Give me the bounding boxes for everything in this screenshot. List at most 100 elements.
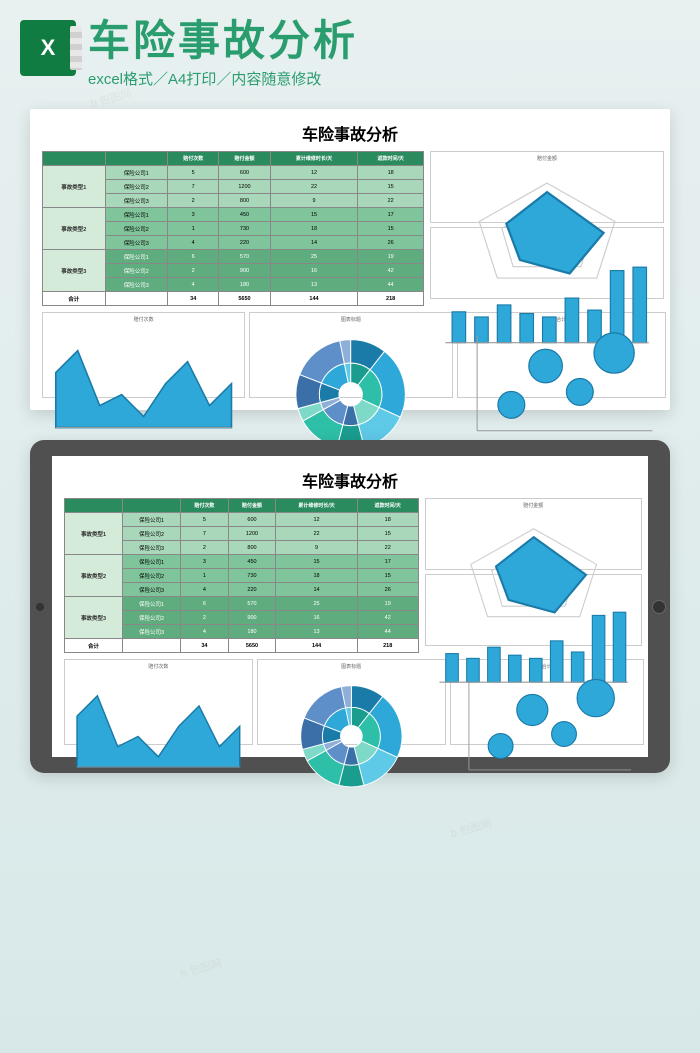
table-cell: 12 (276, 513, 357, 527)
table-cell: 保险公司2 (123, 611, 181, 625)
table-cell: 22 (358, 194, 424, 208)
table-cell: 4 (168, 278, 219, 292)
table-row: 事故类型2保险公司134501517 (43, 208, 424, 222)
table-cell: 2 (168, 194, 219, 208)
sunburst-chart-title: 图表标题 (253, 316, 448, 323)
table-cell: 保险公司1 (105, 208, 168, 222)
table-footer-cell: 34 (181, 639, 229, 653)
table-cell: 17 (357, 555, 418, 569)
table-cell: 16 (276, 611, 357, 625)
radar-chart: 赔付金额 (425, 498, 642, 570)
preview-paper: 车险事故分析 赔付次数赔付金额累计维修时长/天返款时间/天 事故类型1保险公司1… (30, 109, 670, 410)
table-cell: 15 (358, 222, 424, 236)
sunburst-svg (261, 672, 442, 801)
radar-chart-title: 赔付金额 (429, 502, 638, 509)
table-cell: 15 (357, 569, 418, 583)
watermark: b 包图网 (179, 955, 224, 981)
table-cell: 15 (276, 555, 357, 569)
table-cell: 4 (168, 236, 219, 250)
table-footer-cell (105, 292, 168, 306)
header-text: 车险事故分析 excel格式／A4打印／内容随意修改 (88, 20, 680, 89)
table-cell: 570 (228, 597, 276, 611)
sunburst-chart: 图表标题 (257, 659, 446, 745)
table-cell: 15 (357, 527, 418, 541)
table-footer-cell: 合计 (65, 639, 123, 653)
area-svg (68, 672, 249, 782)
table-cell: 900 (219, 264, 270, 278)
table-cell: 26 (357, 583, 418, 597)
sunburst-chart-title: 图表标题 (261, 663, 442, 670)
area-chart: 赔付次数 (42, 312, 245, 398)
table-cell: 12 (270, 166, 358, 180)
table-cell: 25 (270, 250, 358, 264)
table-footer-cell: 合计 (43, 292, 106, 306)
area-chart-title: 赔付次数 (46, 316, 241, 323)
table-cell: 4 (181, 583, 229, 597)
table-footer-cell: 34 (168, 292, 219, 306)
table-cell: 保险公司1 (123, 513, 181, 527)
table-cell: 7 (168, 180, 219, 194)
table-cell: 18 (358, 166, 424, 180)
table-cell: 180 (228, 625, 276, 639)
table-cell: 1200 (228, 527, 276, 541)
table-cell: 22 (276, 527, 357, 541)
excel-icon-letter: X (41, 35, 56, 61)
table-footer-cell: 5650 (228, 639, 276, 653)
table-cell: 18 (357, 513, 418, 527)
table-cell: 2 (181, 541, 229, 555)
table-cell: 保险公司3 (123, 541, 181, 555)
table-cell: 保险公司3 (105, 236, 168, 250)
table-cell: 6 (181, 597, 229, 611)
table-cell: 18 (270, 222, 358, 236)
group-label: 事故类型1 (43, 166, 106, 208)
table-cell: 保险公司2 (105, 264, 168, 278)
page-header: X 车险事故分析 excel格式／A4打印／内容随意修改 (0, 0, 700, 99)
table-cell: 900 (228, 611, 276, 625)
table-cell: 19 (357, 597, 418, 611)
table-cell: 22 (357, 541, 418, 555)
bubble-chart: 合计 (457, 312, 666, 398)
table-cell: 2 (168, 264, 219, 278)
table-cell: 220 (228, 583, 276, 597)
table-row: 事故类型1保险公司156001218 (65, 513, 419, 527)
document-title: 车险事故分析 (42, 121, 658, 145)
document-title: 车险事故分析 (64, 468, 636, 492)
bubble-chart: 合计 (450, 659, 644, 745)
table-header-cell: 赔付金额 (228, 499, 276, 513)
bottom-chart-row: 赔付次数 图表标题 合计 (64, 659, 636, 745)
table-cell: 44 (357, 625, 418, 639)
excel-icon: X (20, 20, 76, 76)
table-header-cell: 累计维修时长/天 (276, 499, 357, 513)
table-footer-cell: 218 (358, 292, 424, 306)
bottom-chart-row: 赔付次数 图表标题 合计 (42, 312, 658, 398)
area-chart: 赔付次数 (64, 659, 253, 745)
table-header-cell: 返款时间/天 (358, 152, 424, 166)
radar-chart-title: 赔付金额 (434, 155, 660, 162)
table-header-cell (65, 499, 123, 513)
table-cell: 15 (358, 180, 424, 194)
table-cell: 13 (276, 625, 357, 639)
table-cell: 5 (181, 513, 229, 527)
table-cell: 9 (276, 541, 357, 555)
table-cell: 14 (270, 236, 358, 250)
table-header-cell (105, 152, 168, 166)
table-cell: 17 (358, 208, 424, 222)
table-header-cell: 赔付金额 (219, 152, 270, 166)
table-cell: 18 (276, 569, 357, 583)
table-cell: 16 (270, 264, 358, 278)
table-cell: 保险公司3 (105, 278, 168, 292)
table-cell: 1 (168, 222, 219, 236)
table-cell: 22 (270, 180, 358, 194)
table-cell: 13 (270, 278, 358, 292)
table-cell: 600 (219, 166, 270, 180)
table-footer-cell (123, 639, 181, 653)
table-cell: 730 (219, 222, 270, 236)
table-cell: 26 (358, 236, 424, 250)
table-header-cell: 赔付次数 (168, 152, 219, 166)
table-cell: 3 (181, 555, 229, 569)
group-label: 事故类型1 (65, 513, 123, 555)
table-cell: 600 (228, 513, 276, 527)
group-label: 事故类型3 (65, 597, 123, 639)
table-cell: 保险公司3 (105, 194, 168, 208)
table-container: 赔付次数赔付金额累计维修时长/天返款时间/天 事故类型1保险公司15600121… (42, 151, 424, 306)
